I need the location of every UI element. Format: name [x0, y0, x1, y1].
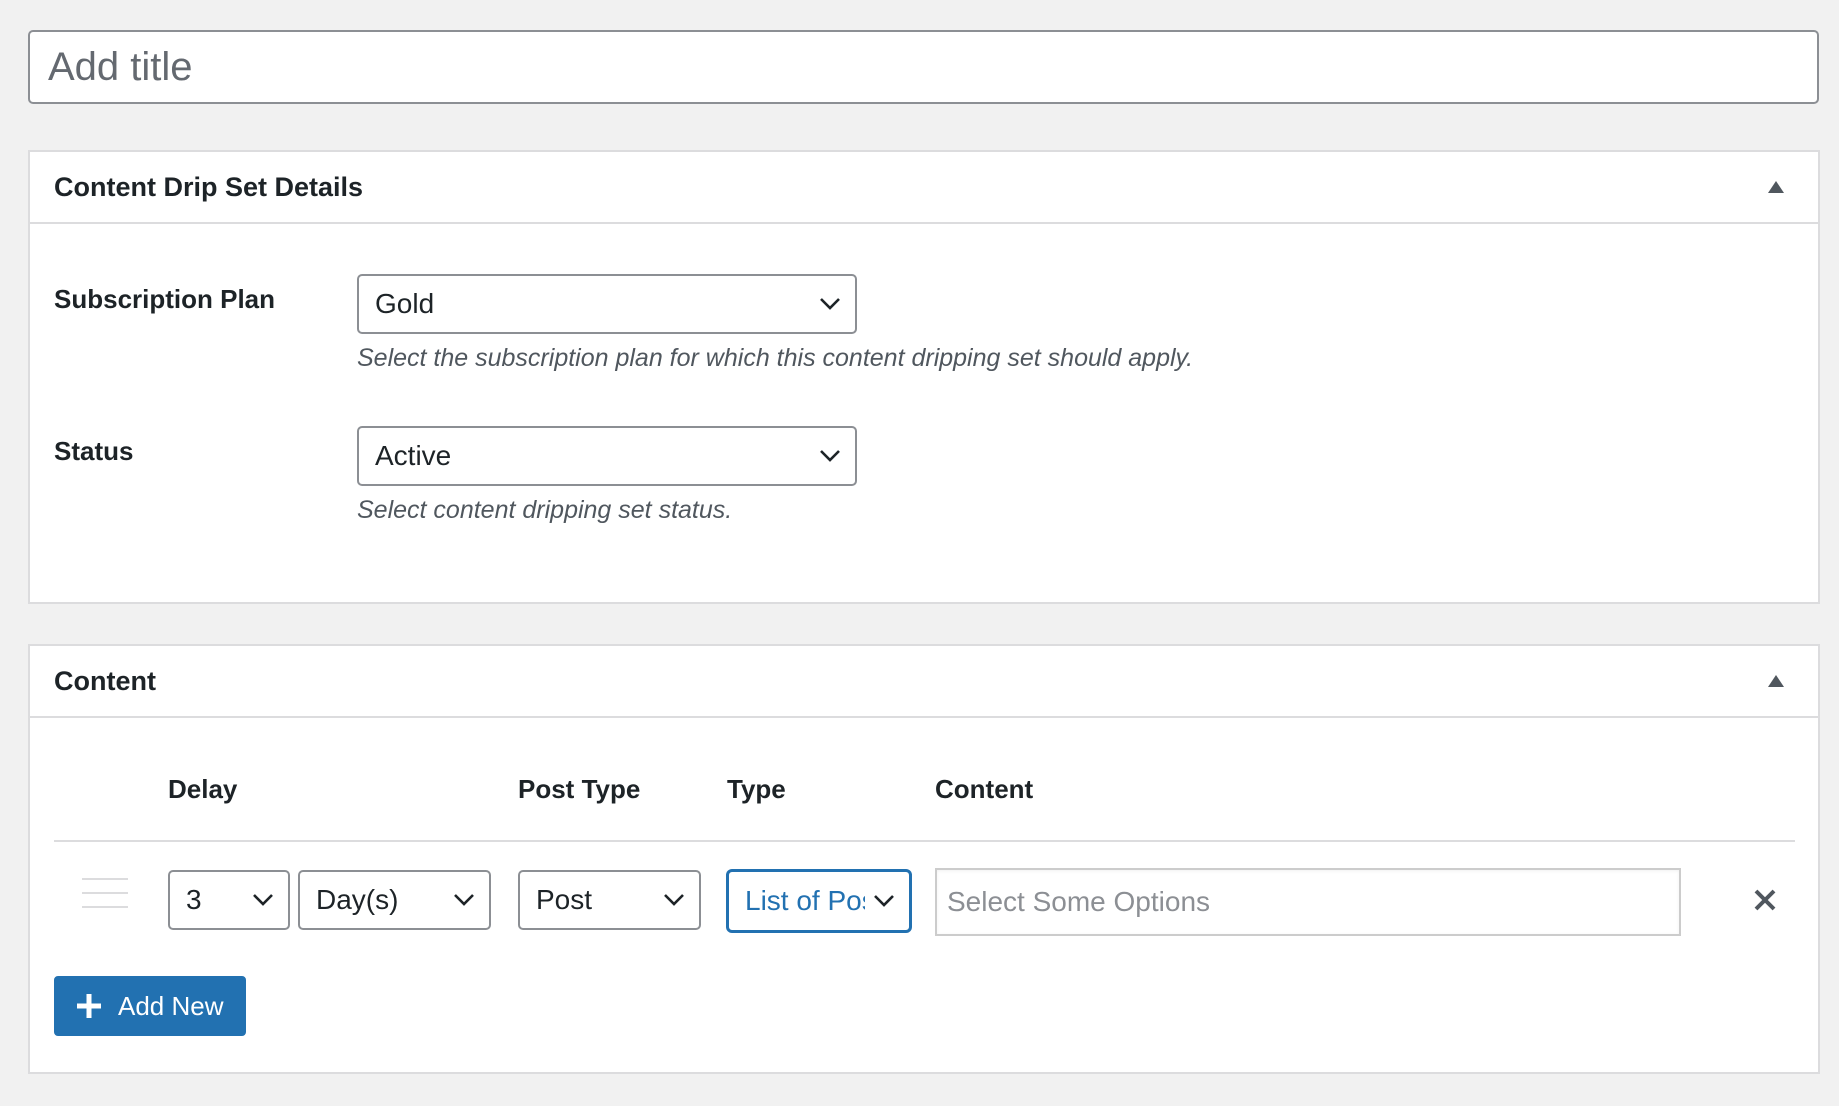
add-new-label: Add New — [118, 990, 224, 1021]
status-select[interactable]: Active — [357, 426, 857, 486]
chevron-down-icon — [819, 449, 841, 463]
chevron-down-icon — [453, 893, 475, 907]
content-box-toggle[interactable] — [1758, 663, 1794, 699]
type-select[interactable]: List of Posts — [727, 870, 911, 932]
triangle-up-icon — [1768, 675, 1784, 687]
chevron-down-icon — [873, 894, 895, 908]
close-icon — [1754, 889, 1776, 911]
column-header-post-type: Post Type — [518, 774, 641, 804]
post-type-select[interactable]: Post — [518, 870, 701, 930]
status-value: Active — [375, 440, 452, 471]
drag-handle-icon[interactable] — [82, 878, 128, 910]
details-box-toggle[interactable] — [1758, 169, 1794, 205]
column-header-delay: Delay — [168, 774, 238, 804]
remove-row-button[interactable] — [1747, 882, 1783, 918]
post-title-input[interactable] — [28, 30, 1819, 104]
content-multiselect-input[interactable] — [935, 868, 1681, 936]
details-box-header: Content Drip Set Details — [30, 152, 1818, 224]
subscription-plan-select[interactable]: Gold — [357, 274, 857, 334]
column-header-type: Type — [727, 774, 786, 804]
subscription-plan-description: Select the subscription plan for which t… — [357, 344, 1194, 372]
post-type-value: Post — [536, 884, 593, 915]
subscription-plan-label: Subscription Plan — [54, 284, 276, 314]
chevron-down-icon — [252, 893, 274, 907]
table-header-divider — [54, 840, 1795, 842]
content-box-title: Content — [54, 665, 156, 696]
delay-unit-select[interactable]: Day(s) — [298, 870, 491, 930]
delay-amount-value: 3 — [186, 884, 202, 915]
add-new-button[interactable]: Add New — [54, 976, 246, 1036]
type-value: List of Posts — [745, 885, 865, 916]
plus-icon — [76, 993, 102, 1019]
delay-amount-select[interactable]: 3 — [168, 870, 290, 930]
status-label: Status — [54, 436, 134, 466]
subscription-plan-value: Gold — [375, 288, 435, 319]
triangle-up-icon — [1768, 181, 1784, 193]
chevron-down-icon — [663, 893, 685, 907]
status-description: Select content dripping set status. — [357, 496, 733, 524]
details-box-title: Content Drip Set Details — [54, 171, 364, 202]
delay-unit-value: Day(s) — [316, 884, 399, 915]
column-header-content: Content — [935, 774, 1034, 804]
content-box-header: Content — [30, 646, 1818, 718]
chevron-down-icon — [819, 297, 841, 311]
content-drip-details-box: Content Drip Set Details Subscription Pl… — [28, 150, 1820, 604]
content-box: Content Delay Post Type Type Content 3 D… — [28, 644, 1820, 1074]
